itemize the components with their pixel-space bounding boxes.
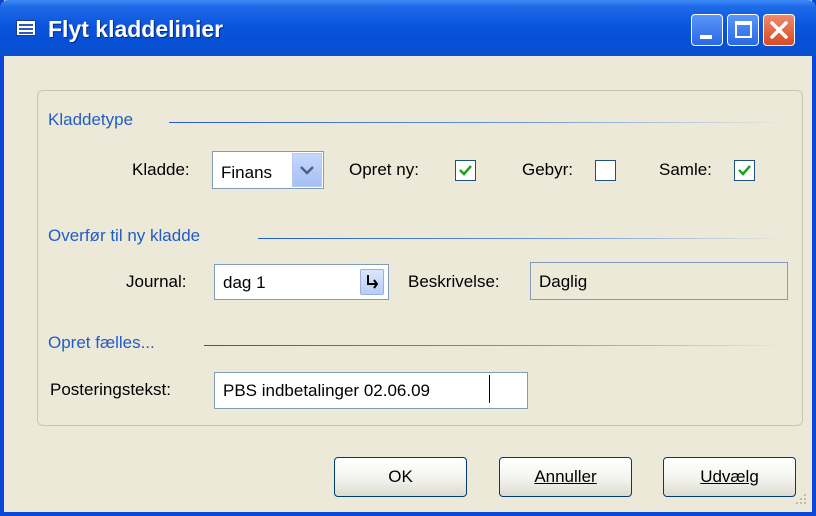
ok-button[interactable]: OK: [334, 457, 467, 497]
minimize-button[interactable]: [691, 14, 723, 46]
kladde-combobox[interactable]: Finans: [212, 151, 324, 189]
group-label-opret-faelles: Opret fælles...: [48, 333, 155, 352]
dialog-window: Flyt kladdelinier Kladdetype Kladde: Fin…: [0, 0, 816, 516]
gebyr-checkbox[interactable]: [595, 160, 616, 181]
group-divider-kladdetype: [169, 122, 789, 123]
kladde-value: Finans: [221, 163, 273, 182]
udvaelg-label: Udvælg: [700, 467, 759, 486]
resize-grip-icon[interactable]: [790, 490, 808, 508]
lookup-arrow-icon: [367, 275, 379, 289]
form-icon: [16, 20, 36, 36]
check-icon: [738, 165, 751, 176]
group-label-kladdetype: Kladdetype: [48, 110, 134, 129]
beskrivelse-label: Beskrivelse:: [408, 272, 500, 291]
journal-label: Journal:: [126, 272, 187, 291]
group-label-overfor: Overfør til ny kladde: [48, 226, 201, 245]
check-icon: [459, 165, 472, 176]
kladde-dropdown-button[interactable]: [292, 153, 322, 187]
journal-value: dag 1: [223, 273, 266, 292]
annuller-button[interactable]: Annuller: [499, 457, 632, 497]
close-button[interactable]: [763, 14, 795, 46]
chevron-down-icon: [300, 166, 314, 175]
text-cursor: [489, 375, 490, 403]
posteringstekst-value: PBS indbetalinger 02.06.09: [223, 381, 430, 400]
maximize-icon: [735, 21, 752, 38]
samle-checkbox[interactable]: [734, 160, 755, 181]
annuller-label: Annuller: [534, 467, 597, 486]
title-bar[interactable]: Flyt kladdelinier: [0, 0, 816, 56]
udvaelg-button[interactable]: Udvælg: [663, 457, 796, 497]
group-divider-opret-faelles: [204, 345, 789, 346]
group-divider-overfor: [258, 238, 789, 239]
beskrivelse-value: Daglig: [539, 272, 588, 291]
close-icon: [770, 21, 788, 39]
maximize-button[interactable]: [727, 14, 759, 46]
kladde-label: Kladde:: [132, 160, 190, 179]
posteringstekst-label: Posteringstekst:: [50, 380, 171, 399]
minimize-icon: [700, 35, 712, 39]
opret-ny-label: Opret ny:: [349, 160, 419, 179]
opret-ny-checkbox[interactable]: [455, 160, 476, 181]
journal-lookup-button[interactable]: [360, 269, 384, 295]
posteringstekst-input[interactable]: PBS indbetalinger 02.06.09: [214, 372, 528, 409]
beskrivelse-field: Daglig: [530, 262, 788, 300]
journal-field[interactable]: dag 1: [214, 264, 389, 300]
samle-label: Samle:: [659, 160, 712, 179]
window-title: Flyt kladdelinier: [48, 16, 224, 42]
gebyr-label: Gebyr:: [522, 160, 574, 179]
